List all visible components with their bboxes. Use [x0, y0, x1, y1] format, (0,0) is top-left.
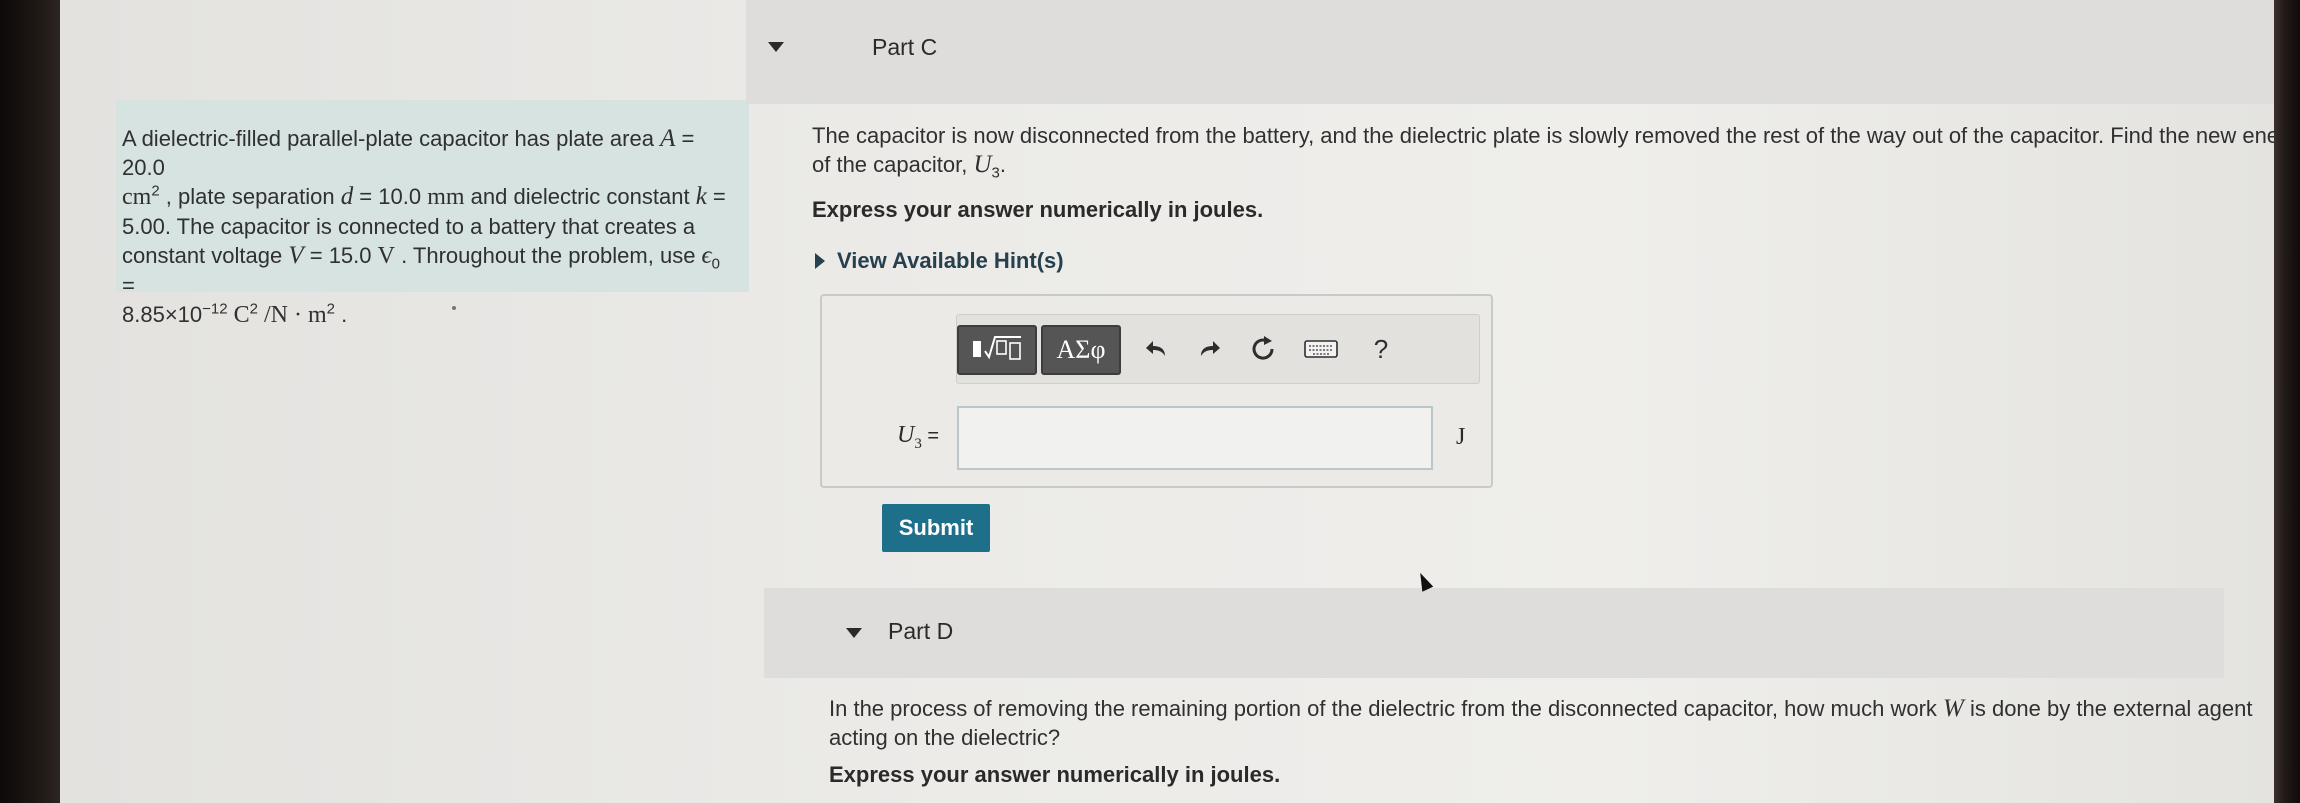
dielectric-eq: =: [706, 184, 726, 209]
part-c-instruction: Express your answer numerically in joule…: [812, 197, 1264, 222]
help-button[interactable]: ?: [1361, 329, 1401, 369]
templates-button[interactable]: [957, 325, 1037, 375]
part-d-question: In the process of removing the remaining…: [829, 694, 2279, 752]
expand-triangle-icon: [815, 253, 825, 269]
energy-sub: 3: [991, 164, 1000, 182]
answer-eq: =: [921, 425, 940, 447]
reset-icon[interactable]: [1243, 329, 1283, 369]
part-c-header[interactable]: Part C: [746, 0, 2300, 104]
part-c-question: The capacitor is now disconnected from t…: [812, 121, 2300, 182]
submit-button[interactable]: Submit: [882, 504, 990, 552]
math-toolbar: ΑΣφ ?: [956, 314, 1480, 384]
stray-dot: [452, 306, 456, 310]
separation-value: = 10.0: [353, 184, 428, 209]
epsilon-sub: 0: [711, 255, 720, 273]
help-icon: ?: [1373, 333, 1389, 364]
undo-icon[interactable]: [1137, 329, 1177, 369]
var-epsilon: ϵ: [701, 242, 712, 269]
problem-statement: A dielectric-filled parallel-plate capac…: [116, 100, 749, 328]
epsilon-unit-rest: /N · m: [257, 302, 327, 328]
var-voltage: V: [288, 242, 304, 269]
answer-var: U: [897, 422, 915, 448]
voltage-unit: V: [377, 243, 395, 269]
symbols-button[interactable]: ΑΣφ: [1041, 325, 1121, 375]
area-unit: cm: [122, 184, 152, 210]
problem-text: A dielectric-filled parallel-plate capac…: [122, 126, 661, 151]
epsilon-unit-c: C: [227, 302, 250, 328]
epsilon-eq: =: [122, 273, 135, 298]
problem-text: . Throughout the problem, use: [394, 243, 702, 268]
browser-viewport: A dielectric-filled parallel-plate capac…: [60, 0, 2300, 803]
epsilon-unit-c-exp: 2: [249, 300, 258, 318]
view-hints-link[interactable]: View Available Hint(s): [815, 248, 1064, 274]
part-d-label: Part D: [888, 618, 954, 644]
voltage-value: = 15.0: [303, 243, 378, 268]
problem-text: , plate separation: [159, 184, 341, 209]
separation-unit: mm: [427, 184, 465, 210]
area-unit-exp: 2: [151, 182, 160, 200]
var-work: W: [1943, 695, 1964, 722]
epsilon-mantissa: 8.85×10: [122, 302, 203, 327]
answer-label: U3 =: [897, 422, 940, 452]
hint-label: View Available Hint(s): [837, 248, 1064, 273]
problem-text: and dielectric constant: [464, 184, 696, 209]
templates-icon: [967, 331, 1027, 370]
screen-bezel-left: [0, 0, 60, 803]
var-energy: U: [973, 151, 992, 178]
redo-icon[interactable]: [1189, 329, 1229, 369]
part-c-label: Part C: [872, 34, 938, 60]
var-separation: d: [340, 183, 354, 210]
question-end: .: [999, 152, 1006, 177]
part-d-header[interactable]: Part D: [764, 588, 2224, 678]
screen-bezel-right: [2274, 0, 2300, 803]
question-text: The capacitor is now disconnected from t…: [812, 123, 2300, 177]
answer-input[interactable]: [957, 406, 1433, 470]
collapse-triangle-icon[interactable]: [846, 628, 862, 638]
problem-end: .: [334, 302, 348, 327]
var-dielectric: k: [695, 183, 707, 210]
question-text: In the process of removing the remaining…: [829, 696, 1944, 721]
epsilon-exp: −12: [202, 300, 228, 318]
var-area: A: [660, 125, 676, 152]
symbols-label: ΑΣφ: [1056, 335, 1106, 364]
keyboard-icon[interactable]: [1301, 329, 1341, 369]
collapse-triangle-icon[interactable]: [768, 42, 784, 52]
part-d-instruction: Express your answer numerically in joule…: [829, 762, 1281, 787]
answer-unit: J: [1456, 424, 1466, 450]
answer-sub: 3: [914, 435, 922, 452]
answer-box: ΑΣφ ? U3 = J: [820, 294, 1493, 488]
epsilon-unit-m-exp: 2: [326, 300, 335, 318]
